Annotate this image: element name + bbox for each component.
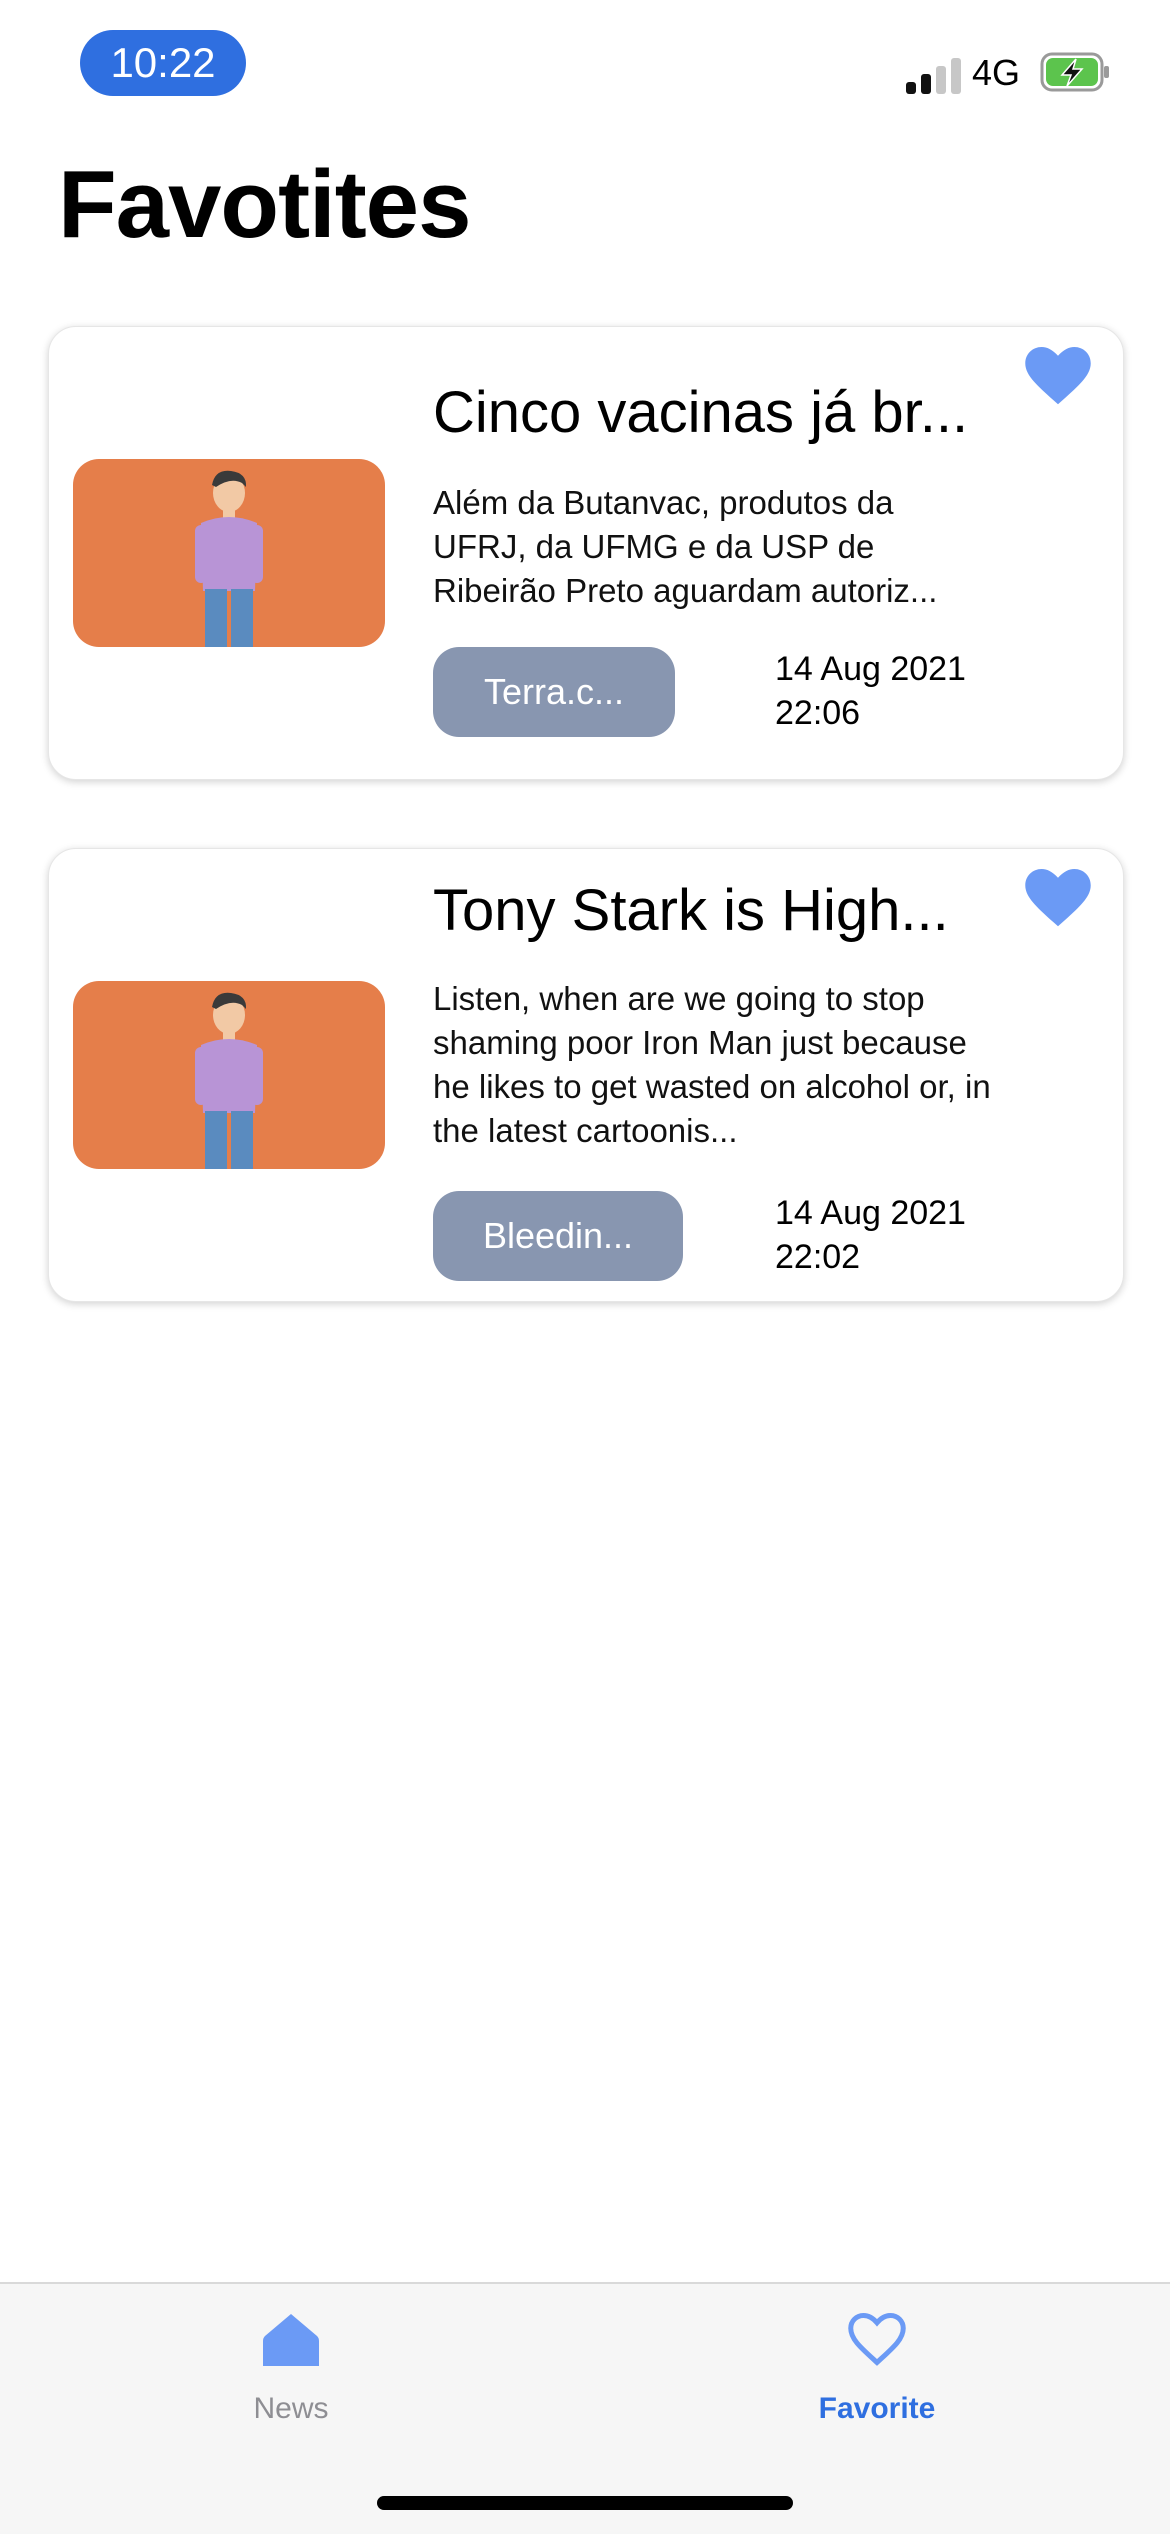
article-date: 14 Aug 2021 xyxy=(775,1194,966,1232)
tab-news-label: News xyxy=(253,2392,329,2425)
article-time: 22:02 xyxy=(775,1238,861,1276)
article-thumbnail xyxy=(73,459,385,647)
article-datetime: 14 Aug 2021 22:06 xyxy=(775,647,995,735)
person-illustration-icon xyxy=(195,470,263,647)
status-time: 10:22 xyxy=(80,30,246,96)
article-time: 22:06 xyxy=(775,694,861,732)
heart-outline-icon xyxy=(848,2312,906,2366)
page-title: Favotites xyxy=(58,151,471,258)
article-description: Listen, when are we going to stop shamin… xyxy=(433,980,991,1149)
tab-news[interactable]: News xyxy=(141,2284,441,2444)
article-date: 14 Aug 2021 xyxy=(775,650,966,688)
status-bar: 10:22 4G xyxy=(0,0,1170,130)
tab-favorite[interactable]: Favorite xyxy=(727,2284,1027,2444)
person-illustration-icon xyxy=(195,992,263,1169)
favorite-card[interactable]: Tony Stark is High... Listen, when are w… xyxy=(48,848,1124,1302)
battery-charging-icon xyxy=(1040,52,1109,92)
heart-filled-icon[interactable] xyxy=(1025,869,1091,929)
source-button[interactable]: Bleedin... xyxy=(433,1191,683,1281)
signal-icon xyxy=(906,56,962,94)
article-datetime: 14 Aug 2021 22:02 xyxy=(775,1191,995,1279)
home-indicator[interactable] xyxy=(377,2496,793,2510)
source-button[interactable]: Terra.c... xyxy=(433,647,675,737)
home-icon xyxy=(263,2314,319,2366)
favorite-card[interactable]: Cinco vacinas já br... Além da Butanvac,… xyxy=(48,326,1124,780)
network-label: 4G xyxy=(972,52,1021,93)
heart-filled-icon[interactable] xyxy=(1025,347,1091,407)
article-description: Além da Butanvac, produtos da UFRJ, da U… xyxy=(433,484,938,609)
article-title[interactable]: Tony Stark is High... xyxy=(433,877,993,944)
tab-bar: News Favorite xyxy=(0,2282,1170,2534)
article-title[interactable]: Cinco vacinas já br... xyxy=(433,379,993,446)
article-thumbnail xyxy=(73,981,385,1169)
tab-favorite-label: Favorite xyxy=(818,2392,936,2425)
